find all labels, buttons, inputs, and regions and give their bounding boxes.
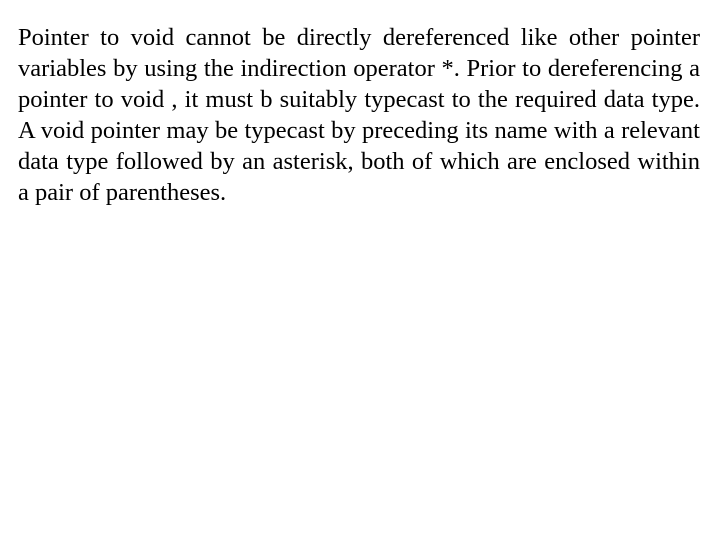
document-page: Pointer to void cannot be directly deref… [18, 22, 700, 208]
body-paragraph: Pointer to void cannot be directly deref… [18, 24, 700, 206]
